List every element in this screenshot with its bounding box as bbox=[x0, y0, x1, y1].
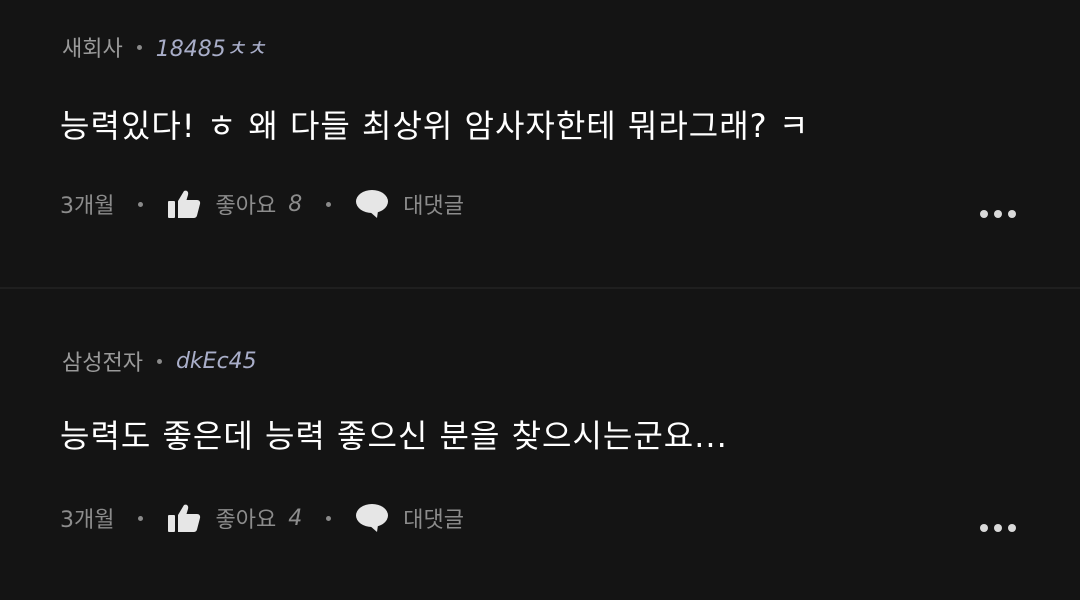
more-options-button[interactable] bbox=[968, 199, 1028, 229]
thumbs-up-icon bbox=[168, 504, 201, 532]
comment-time: 3개월 bbox=[60, 508, 115, 533]
like-count: 8 bbox=[288, 191, 303, 217]
comment-text: 능력도 좋은데 능력 좋으신 분을 찾으시는군요... bbox=[60, 417, 728, 455]
more-horizontal-icon-dot bbox=[994, 524, 1002, 532]
separator-dot bbox=[138, 515, 144, 521]
more-horizontal-icon-dot bbox=[994, 210, 1002, 218]
author-handle: dkEc45 bbox=[175, 348, 257, 374]
reply-label: 대댓글 bbox=[403, 508, 464, 533]
more-horizontal-icon-dot bbox=[1008, 524, 1016, 532]
comment-text: 능력있다! ㅎ 왜 다들 최상위 암사자한테 뭐라그래? ㅋ bbox=[60, 107, 810, 145]
separator-dot bbox=[326, 515, 332, 521]
like-label: 좋아요 bbox=[215, 194, 277, 219]
speech-bubble-icon bbox=[356, 190, 389, 218]
more-options-button[interactable] bbox=[968, 513, 1028, 543]
author-company: 새회사 bbox=[62, 37, 123, 62]
reply-button[interactable]: 대댓글 bbox=[355, 188, 464, 220]
more-horizontal-icon bbox=[980, 524, 988, 532]
comment-meta: 3개월 좋아요 8 대댓글 bbox=[60, 186, 464, 222]
like-label: 좋아요 bbox=[215, 508, 277, 533]
like-button[interactable]: 좋아요 4 bbox=[167, 502, 302, 534]
more-horizontal-icon-dot bbox=[1008, 210, 1016, 218]
separator-dot bbox=[156, 358, 162, 364]
author-company: 삼성전자 bbox=[62, 351, 143, 376]
speech-bubble-icon bbox=[356, 504, 389, 532]
more-horizontal-icon bbox=[980, 210, 988, 218]
comment-time: 3개월 bbox=[60, 194, 115, 219]
thumbs-up-icon bbox=[168, 190, 201, 218]
reply-label: 대댓글 bbox=[403, 194, 464, 219]
comment-author: 새회사 18485ㅊㅊ bbox=[62, 31, 266, 63]
separator-dot bbox=[138, 201, 144, 207]
reply-button[interactable]: 대댓글 bbox=[355, 502, 464, 534]
separator-dot bbox=[326, 201, 332, 207]
comment-item: 새회사 18485ㅊㅊ 능력있다! ㅎ 왜 다들 최상위 암사자한테 뭐라그래?… bbox=[0, 0, 1080, 289]
like-button[interactable]: 좋아요 8 bbox=[167, 188, 302, 220]
comment-meta: 3개월 좋아요 4 대댓글 bbox=[60, 500, 464, 536]
like-count: 4 bbox=[288, 505, 303, 531]
comment-author: 삼성전자 dkEc45 bbox=[62, 345, 257, 377]
author-handle: 18485ㅊㅊ bbox=[155, 37, 267, 62]
comment-item: 삼성전자 dkEc45 능력도 좋은데 능력 좋으신 분을 찾으시는군요... … bbox=[0, 289, 1080, 577]
separator-dot bbox=[136, 44, 142, 50]
